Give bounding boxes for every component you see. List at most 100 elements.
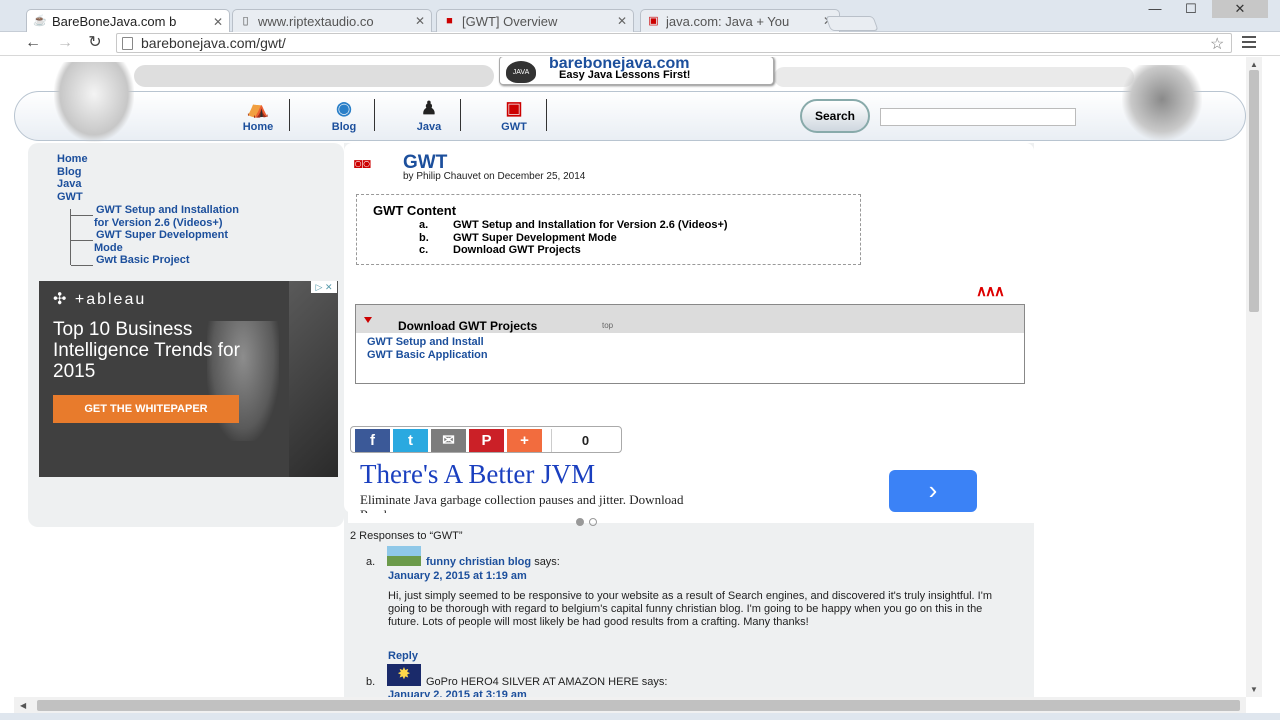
avatar [387,546,421,566]
plus-icon: + [520,432,529,449]
ad-go-button[interactable]: › [889,470,977,512]
vertical-scroll-thumb[interactable] [1249,70,1259,312]
minimize-button[interactable]: — [1140,0,1170,18]
tab-strip: ☕ BareBoneJava.com b ✕ ▯ www.riptextaudi… [0,0,1280,33]
nav-blog[interactable]: ◉ Blog [314,97,374,133]
sidebar-item-blog[interactable]: Blog [57,166,81,178]
nav-home[interactable]: ⛺ Home [228,97,288,133]
java-logo-icon: ☕ [33,15,47,27]
ad-text: Eliminate Java garbage collection pauses… [360,492,684,507]
site-tagline: Easy Java Lessons First! [559,69,691,81]
article-byline: by Philip Chauvet on December 25, 2014 [403,171,586,182]
comment-author: funny christian blog says: [426,556,560,568]
twitter-share-button[interactable]: t [393,429,428,452]
download-link-setup[interactable]: GWT Setup and Install [367,336,484,348]
share-count: 0 [551,429,619,452]
tab-java-com[interactable]: ▣ java.com: Java + You ✕ [640,9,840,32]
sidebar-item-home[interactable]: Home [57,153,88,165]
close-tab-icon[interactable]: ✕ [415,14,425,28]
comment-date[interactable]: January 2, 2015 at 1:19 am [388,570,527,582]
download-link-basic[interactable]: GWT Basic Application [367,349,488,361]
nav-java[interactable]: ♟ Java [399,97,459,133]
scroll-down-icon[interactable]: ▼ [1250,685,1258,694]
comment-date[interactable]: January 2, 2015 at 3:19 am [388,689,527,697]
new-tab-button[interactable] [825,16,879,31]
facebook-share-button[interactable]: f [355,429,390,452]
gwt-toolbox-icon: ◙◙ [354,155,371,171]
twitter-icon: t [408,432,413,449]
sidebar-item-java[interactable]: Java [57,178,81,190]
ad-headline[interactable]: There's A Better JVM [360,459,595,490]
comment-letter: b. [366,676,376,688]
carousel-dot[interactable] [589,518,597,526]
download-title: Download GWT Projects [398,319,538,333]
tab-riptextaudio[interactable]: ▯ www.riptextaudio.co ✕ [232,9,432,32]
share-bar: f t ✉ P + 0 [350,426,622,453]
email-share-button[interactable]: ✉ [431,429,466,452]
more-share-button[interactable]: + [507,429,542,452]
globe-icon: ◉ [336,98,352,118]
horizontal-scroll-thumb[interactable] [37,700,1240,711]
responses-title: 2 Responses to “GWT” [350,530,463,542]
adchoices-icon[interactable]: ▷ ✕ [311,281,337,293]
ad-carousel-dots [576,513,602,531]
table-of-contents: GWT Content a. GWT Setup and Installation… [356,194,861,265]
tableau-ad[interactable]: ✣ +ableau Top 10 Business Intelligence T… [39,281,338,477]
ad-text-cont: Ready [360,507,393,513]
get-whitepaper-button[interactable]: GET THE WHITEPAPER [53,395,239,423]
scroll-left-icon[interactable]: ◀ [20,701,26,710]
reply-link[interactable]: Reply [388,650,418,662]
forward-arrow-icon[interactable]: → [54,33,76,53]
top-link[interactable]: top [602,321,613,330]
home-icon: ⛺ [246,98,270,118]
zigzag-icon: ∧∧∧ [976,283,1005,300]
bookmark-star-icon[interactable]: ☆ [1210,34,1224,54]
close-window-button[interactable]: ✕ [1212,0,1268,18]
ad-map-image [289,281,338,477]
scroll-up-icon[interactable]: ▲ [1250,60,1258,69]
tableau-logo: ✣ +ableau [53,291,147,308]
search-button[interactable]: Search [800,99,870,133]
gwt-icon: ■ [446,14,453,27]
tab-barebonejava[interactable]: ☕ BareBoneJava.com b ✕ [26,9,230,33]
reload-icon[interactable]: ↻ [84,33,106,53]
page-icon: ▯ [242,14,249,27]
address-bar[interactable]: barebonejava.com/gwt/ [116,33,1232,53]
sidebar-subitem-basic[interactable]: Gwt Basic Project [96,254,190,266]
nav-gwt[interactable]: ▣ GWT [484,97,544,133]
close-tab-icon[interactable]: ✕ [617,14,627,28]
duke-icon: ♟ [420,98,438,118]
page-icon [122,37,133,50]
facebook-icon: f [370,432,375,449]
sidebar-subitem-setup[interactable]: GWT Setup and Installation [96,204,239,216]
maximize-button[interactable]: ☐ [1176,0,1206,18]
ad-headline: Top 10 Business Intelligence Trends for … [53,319,240,382]
java-logo-icon: JAVA [506,61,536,83]
page-viewport: JAVA barebonejava.com Easy Java Lessons … [14,57,1246,697]
comment-letter: a. [366,556,376,568]
jvm-ad[interactable]: There's A Better JVM Eliminate Java garb… [348,459,1034,523]
java-icon: ▣ [648,14,659,27]
sidebar-subitem-setup-cont[interactable]: for Version 2.6 (Videos+) [94,217,222,229]
collapse-triangle-icon[interactable] [364,317,372,323]
sidebar-item-gwt[interactable]: GWT [57,191,83,203]
duke-statue-image [1122,65,1202,141]
statue-image [54,62,134,142]
search-input[interactable] [880,108,1076,126]
email-icon: ✉ [442,432,455,449]
sidebar-subitem-superdev[interactable]: GWT Super Development [96,229,228,241]
carousel-dot[interactable] [576,518,584,526]
toolbox-icon: ▣ [505,98,523,118]
tab-gwt-overview[interactable]: ■ [GWT] Overview ✕ [436,9,634,32]
pinterest-share-button[interactable]: P [469,429,504,452]
close-tab-icon[interactable]: ✕ [213,15,223,29]
avatar: ✸ [387,664,421,686]
back-arrow-icon[interactable]: ← [22,33,44,53]
toc-item[interactable]: c. Download GWT Projects [419,244,581,256]
menu-icon[interactable] [1242,36,1256,51]
toc-title: GWT Content [373,203,457,218]
toc-item[interactable]: b. GWT Super Development Mode [419,232,617,244]
sidebar-subitem-superdev-cont[interactable]: Mode [94,242,123,254]
toc-item[interactable]: a. GWT Setup and Installation for Version… [419,219,728,231]
url-text: barebonejava.com/gwt/ [141,35,286,51]
